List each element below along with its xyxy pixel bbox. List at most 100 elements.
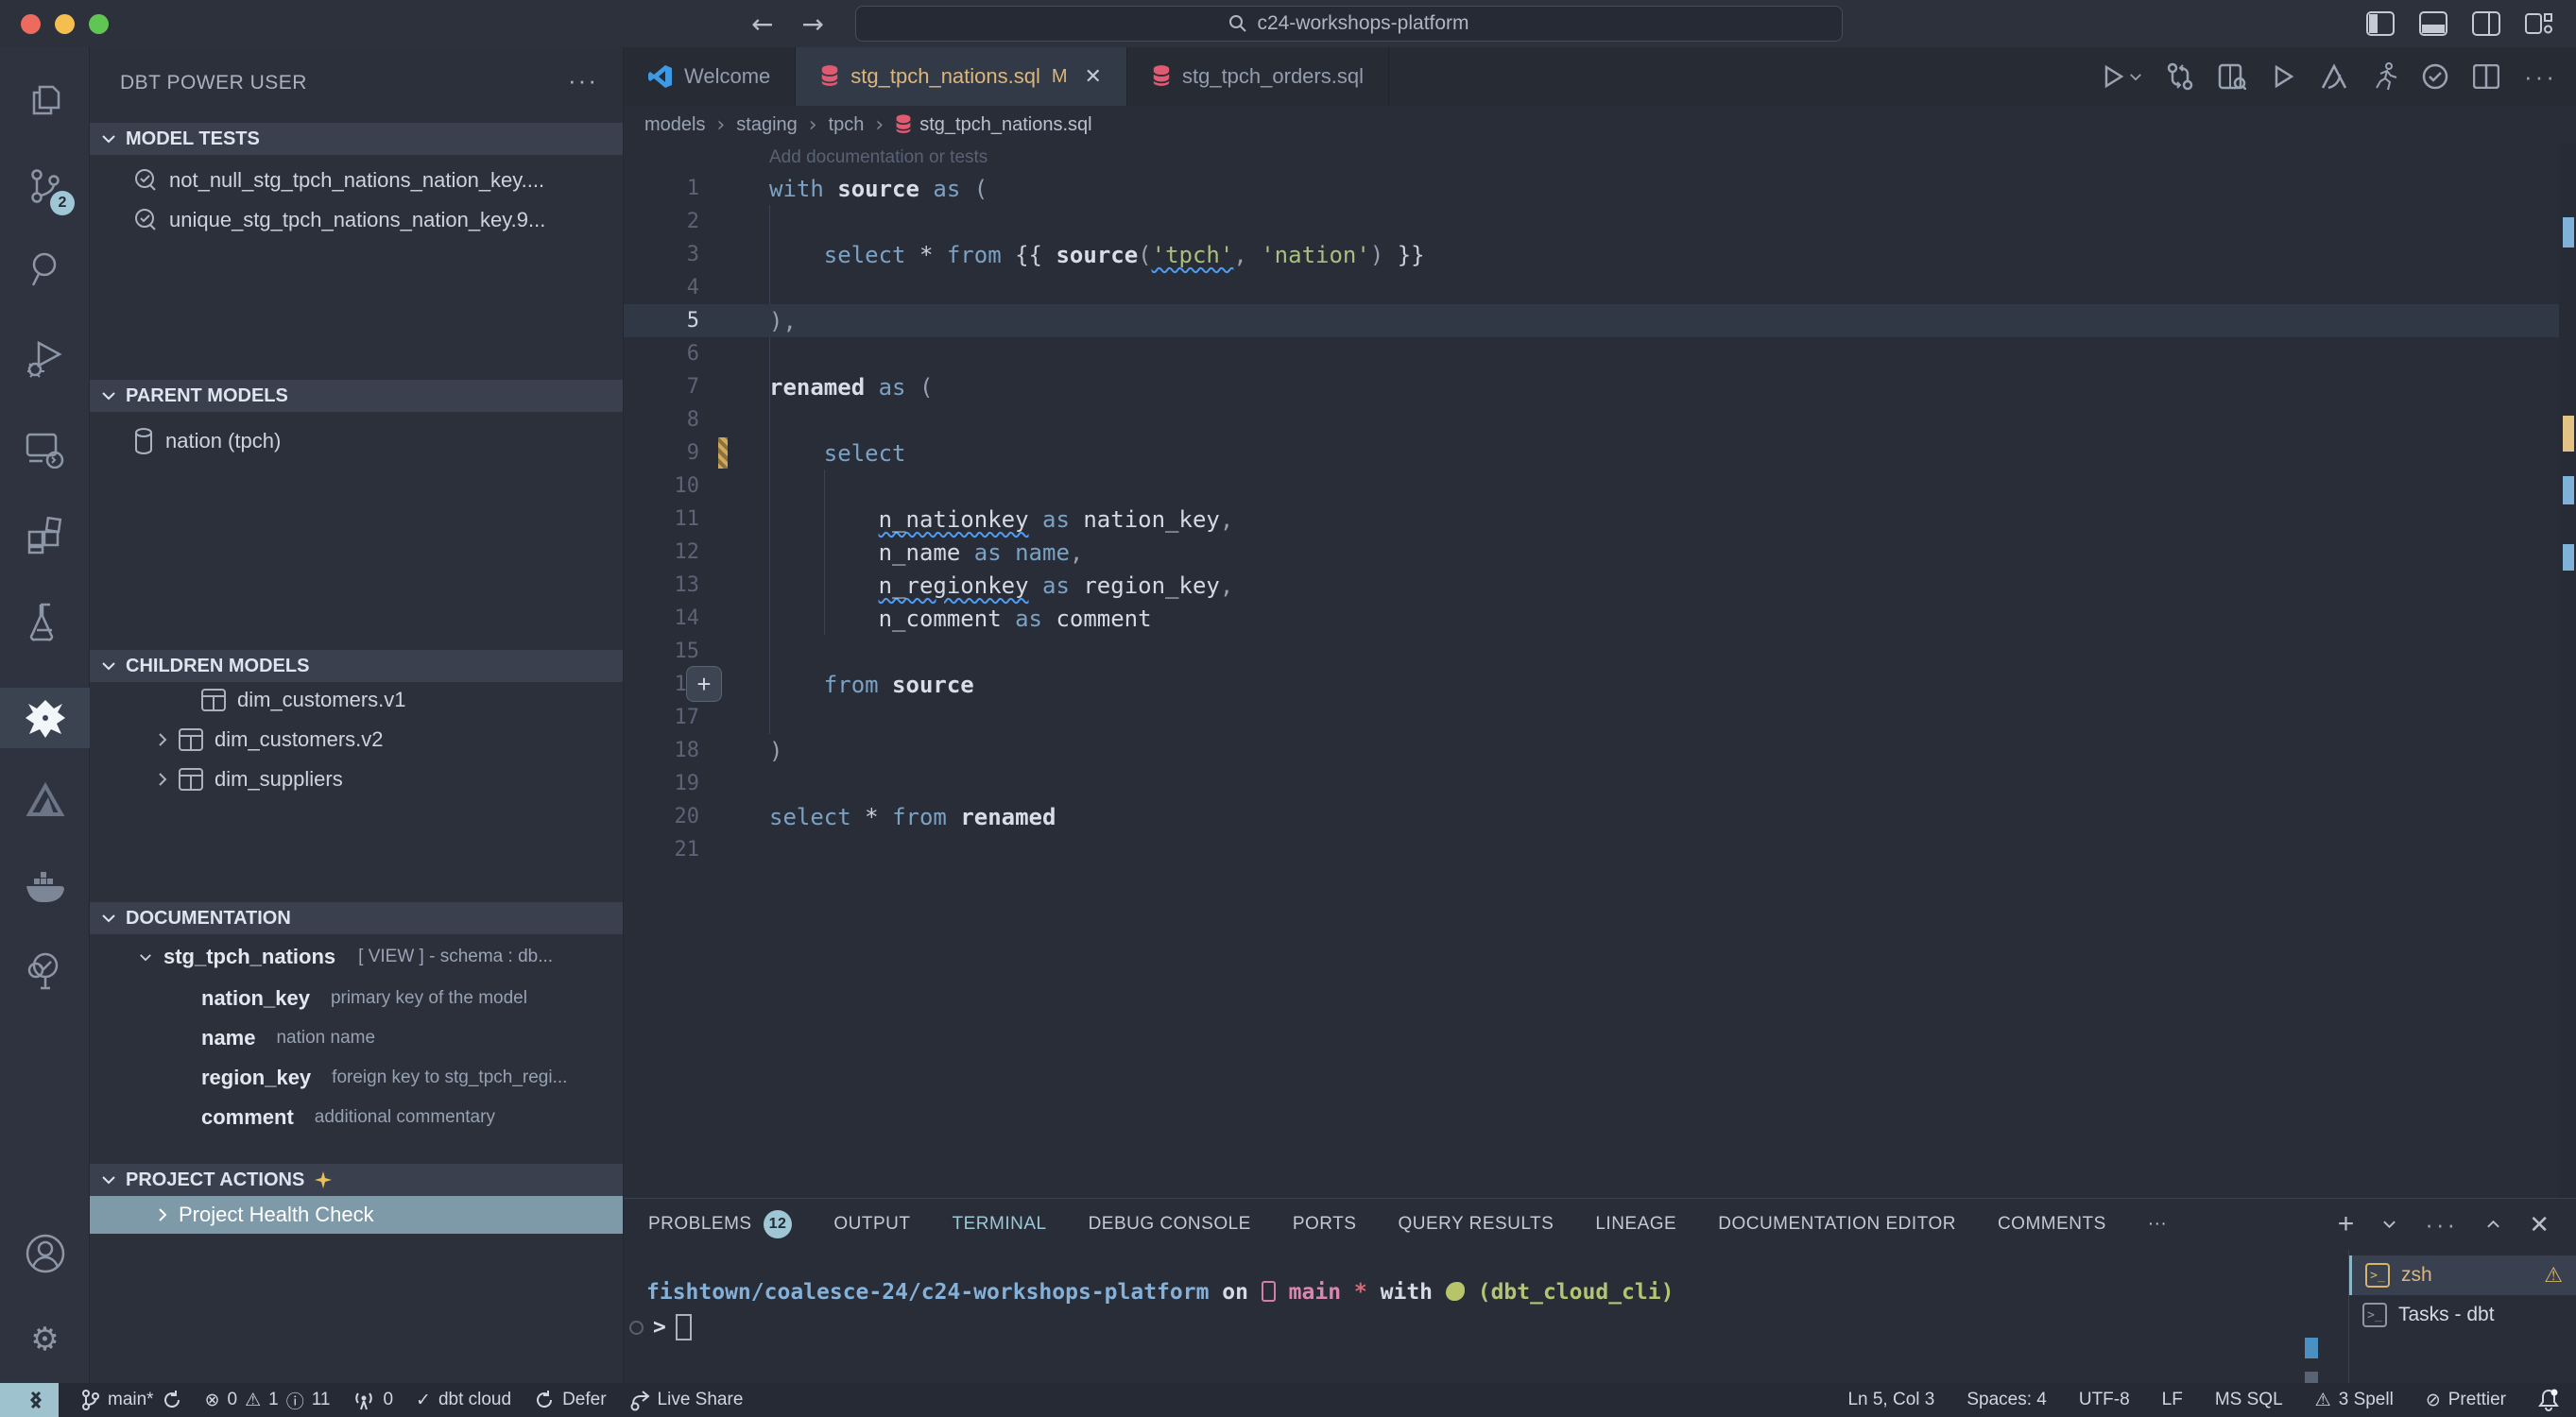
line-number[interactable]: 11: [624, 507, 699, 531]
line-number[interactable]: 5: [624, 309, 699, 333]
line-number[interactable]: 17: [624, 706, 699, 729]
section-documentation[interactable]: DOCUMENTATION: [90, 902, 623, 934]
zoom-window-button[interactable]: [89, 14, 109, 34]
terminal-input-line[interactable]: >: [629, 1314, 692, 1340]
git-branch-status[interactable]: main*: [81, 1389, 182, 1411]
section-children-models[interactable]: CHILDREN MODELS: [90, 650, 623, 682]
forward-arrow-icon[interactable]: →: [801, 9, 823, 40]
dbt-cloud-status[interactable]: ✓ dbt cloud: [416, 1390, 511, 1410]
minimize-window-button[interactable]: [55, 14, 75, 34]
settings-gear-icon[interactable]: ⚙: [0, 1309, 90, 1370]
doc-column-row[interactable]: nation_key primary key of the model: [90, 981, 623, 1016]
terminal-tab-tasks-dbt[interactable]: >_ Tasks - dbt: [2349, 1295, 2576, 1335]
explorer-icon[interactable]: [0, 70, 90, 130]
source-control-icon[interactable]: 2: [0, 157, 90, 217]
dbt-power-user-icon[interactable]: [0, 688, 90, 748]
cursor-position-status[interactable]: Ln 5, Col 3: [1847, 1390, 1934, 1410]
encoding-status[interactable]: UTF-8: [2079, 1390, 2130, 1410]
close-panel-icon[interactable]: ✕: [2529, 1210, 2550, 1239]
tab-stg-tpch-orders[interactable]: stg_tpch_orders.sql: [1127, 47, 1389, 106]
extensions-icon[interactable]: [0, 505, 90, 566]
line-number[interactable]: 7: [624, 375, 699, 399]
line-number[interactable]: 15: [624, 640, 699, 663]
tab-query-results[interactable]: QUERY RESULTS: [1398, 1214, 1554, 1235]
project-health-check-item[interactable]: Project Health Check: [90, 1196, 623, 1234]
remote-explorer-icon[interactable]: [0, 419, 90, 480]
codelens-add-docs[interactable]: Add documentation or tests: [769, 147, 987, 168]
close-tab-icon[interactable]: ✕: [1085, 64, 1102, 89]
more-actions-icon[interactable]: ···: [2524, 62, 2557, 92]
execute-play-icon[interactable]: [2271, 64, 2295, 89]
code-line[interactable]: 13 n_regionkey as region_key,: [624, 569, 2576, 602]
code-line[interactable]: 5),: [624, 304, 2576, 337]
search-sidebar-icon[interactable]: [0, 239, 90, 299]
code-line[interactable]: 8: [624, 403, 2576, 436]
line-number[interactable]: 13: [624, 573, 699, 597]
tab-terminal[interactable]: TERMINAL: [953, 1214, 1047, 1235]
code-line[interactable]: 18): [624, 734, 2576, 767]
defer-status[interactable]: Defer: [534, 1390, 606, 1410]
back-arrow-icon[interactable]: ←: [751, 9, 773, 40]
doc-column-row[interactable]: name nation name: [90, 1020, 623, 1056]
ports-status[interactable]: 0: [352, 1390, 393, 1410]
code-line[interactable]: 7renamed as (: [624, 370, 2576, 403]
live-share-status[interactable]: Live Share: [629, 1389, 744, 1411]
breadcrumb-item[interactable]: tpch: [829, 114, 865, 136]
code-line[interactable]: 20select * from renamed: [624, 800, 2576, 833]
breadcrumb-file[interactable]: stg_tpch_nations.sql: [895, 113, 1091, 136]
toggle-panel-icon[interactable]: [2419, 11, 2447, 36]
line-number[interactable]: 8: [624, 408, 699, 432]
code-line[interactable]: 2: [624, 205, 2576, 238]
docker-icon[interactable]: [0, 856, 90, 916]
preview-docs-icon[interactable]: [2218, 63, 2246, 90]
breadcrumb-item[interactable]: models: [644, 114, 705, 136]
toggle-secondary-sidebar-icon[interactable]: [2472, 11, 2500, 36]
line-number[interactable]: 12: [624, 540, 699, 564]
code-line[interactable]: 3 select * from {{ source('tpch', 'natio…: [624, 238, 2576, 271]
tab-output[interactable]: OUTPUT: [833, 1214, 910, 1235]
section-project-actions[interactable]: PROJECT ACTIONS: [90, 1164, 623, 1196]
notifications-bell-icon[interactable]: [2538, 1389, 2559, 1411]
problems-status[interactable]: ⊗ 0 ⚠ 1 ⓘ 11: [205, 1388, 331, 1413]
code-line[interactable]: 10: [624, 469, 2576, 503]
code-editor[interactable]: Add documentation or tests 1with source …: [624, 144, 2576, 1198]
maximize-panel-icon[interactable]: [2486, 1220, 2500, 1229]
line-number[interactable]: 19: [624, 772, 699, 795]
code-line[interactable]: 21: [624, 833, 2576, 866]
tab-lineage[interactable]: LINEAGE: [1595, 1214, 1676, 1235]
run-query-button[interactable]: [2101, 64, 2142, 89]
remote-indicator[interactable]: [0, 1383, 59, 1417]
tab-welcome[interactable]: Welcome: [624, 47, 796, 106]
line-number[interactable]: 3: [624, 243, 699, 266]
line-number[interactable]: 2: [624, 210, 699, 233]
run-debug-icon[interactable]: [0, 329, 90, 389]
accounts-icon[interactable]: [0, 1223, 90, 1284]
overview-ruler[interactable]: [2559, 144, 2576, 1198]
tab-problems[interactable]: PROBLEMS 12: [648, 1210, 792, 1238]
code-line[interactable]: 16+ from source: [624, 668, 2576, 701]
line-number[interactable]: 21: [624, 838, 699, 862]
close-window-button[interactable]: [21, 14, 41, 34]
terminal-profile-chevron-icon[interactable]: [2382, 1220, 2396, 1229]
new-terminal-icon[interactable]: +: [2338, 1208, 2355, 1240]
validate-check-icon[interactable]: [2422, 63, 2448, 90]
line-number[interactable]: 1: [624, 177, 699, 200]
child-model-item[interactable]: dim_customers.v1: [90, 682, 623, 718]
code-line[interactable]: 19: [624, 767, 2576, 800]
doc-column-row[interactable]: comment additional commentary: [90, 1100, 623, 1135]
line-number[interactable]: 10: [624, 474, 699, 498]
code-line[interactable]: 9 select: [624, 436, 2576, 469]
altimate-a-icon[interactable]: [2320, 63, 2348, 90]
code-line[interactable]: 12 n_name as name,: [624, 536, 2576, 569]
doc-model-row[interactable]: stg_tpch_nations [ VIEW ] - schema : db.…: [90, 939, 623, 975]
code-line[interactable]: 4: [624, 271, 2576, 304]
prettier-status[interactable]: ⊘ Prettier: [2426, 1390, 2506, 1410]
split-editor-icon[interactable]: [2473, 64, 2499, 89]
toggle-primary-sidebar-icon[interactable]: [2366, 11, 2395, 36]
model-test-item[interactable]: unique_stg_tpch_nations_nation_key.9...: [90, 202, 623, 238]
tab-documentation-editor[interactable]: DOCUMENTATION EDITOR: [1718, 1214, 1956, 1235]
code-line[interactable]: 14 n_comment as comment: [624, 602, 2576, 635]
language-mode-status[interactable]: MS SQL: [2215, 1390, 2283, 1410]
line-number[interactable]: 6: [624, 342, 699, 366]
line-number[interactable]: 4: [624, 276, 699, 299]
